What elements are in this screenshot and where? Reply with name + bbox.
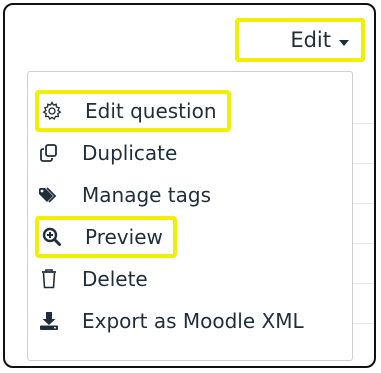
menu-item-label: Manage tags (82, 183, 212, 207)
search-plus-icon (41, 226, 63, 248)
gear-icon (41, 100, 63, 122)
menu-item-edit-question[interactable]: Edit question (35, 90, 231, 132)
menu-item-label: Export as Moodle XML (82, 309, 304, 333)
edit-dropdown-menu: Edit question Duplicate Manage tags Prev… (27, 71, 353, 361)
copy-icon (38, 142, 60, 164)
menu-item-label: Edit question (85, 99, 217, 123)
menu-item-label: Duplicate (82, 141, 178, 165)
screenshot-frame: Edit Edit question Duplicate Manage tags… (3, 3, 376, 368)
download-icon (38, 310, 60, 332)
menu-item-export-moodle-xml[interactable]: Export as Moodle XML (38, 300, 304, 342)
menu-item-manage-tags[interactable]: Manage tags (38, 174, 211, 216)
tag-icon (38, 184, 60, 206)
caret-down-icon (339, 40, 349, 46)
menu-item-label: Preview (85, 225, 163, 249)
menu-item-duplicate[interactable]: Duplicate (38, 132, 177, 174)
edit-dropdown-button[interactable]: Edit (235, 18, 365, 62)
trash-icon (38, 268, 60, 290)
menu-item-delete[interactable]: Delete (38, 258, 148, 300)
menu-item-label: Delete (82, 267, 148, 291)
menu-item-preview[interactable]: Preview (35, 216, 177, 258)
edit-button-label: Edit (290, 28, 331, 52)
